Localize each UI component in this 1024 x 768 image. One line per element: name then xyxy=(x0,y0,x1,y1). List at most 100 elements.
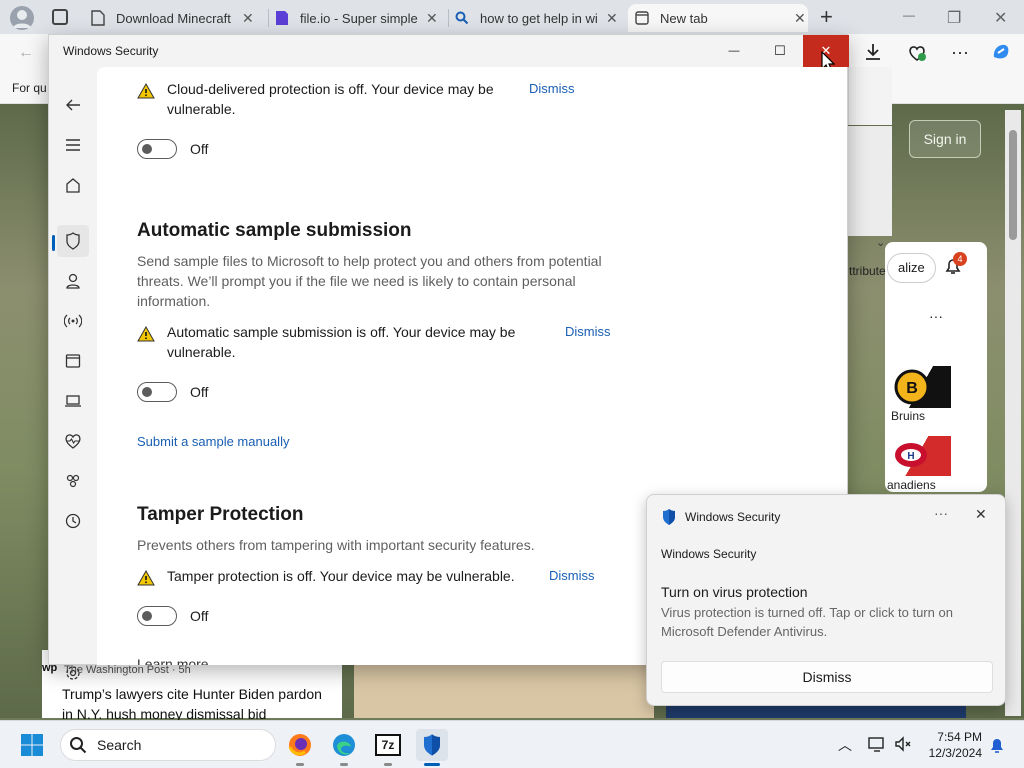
personalize-button[interactable]: alize xyxy=(887,253,936,283)
shield-icon[interactable] xyxy=(57,225,89,257)
clock[interactable]: 7:54 PM 12/3/2024 xyxy=(920,729,982,761)
tab-file-io[interactable]: file.io - Super simple f ✕ xyxy=(274,4,444,32)
favorites-text[interactable]: For qu xyxy=(12,81,47,95)
bruins-logo: B xyxy=(891,366,951,408)
toast-close-icon[interactable]: ✕ xyxy=(975,506,987,523)
submit-sample-link[interactable]: Submit a sample manually xyxy=(137,434,289,449)
warning-text: Cloud-delivered protection is off. Your … xyxy=(167,81,494,117)
toggle-state-label: Off xyxy=(190,384,209,400)
tamper-protection-toggle[interactable] xyxy=(137,606,177,626)
settings-gear-icon[interactable] xyxy=(57,657,89,689)
profile-avatar[interactable] xyxy=(10,6,34,30)
search-placeholder: Search xyxy=(97,737,142,753)
back-icon[interactable] xyxy=(57,89,89,121)
learn-more-link[interactable]: Learn more xyxy=(137,656,209,665)
tab-download-minecraft[interactable]: Download Minecraft & ✕ xyxy=(90,4,262,32)
tab-divider xyxy=(268,9,269,27)
tab-divider xyxy=(448,9,449,27)
news-headline[interactable]: Trump’s lawyers cite Hunter Biden pardon… xyxy=(62,684,332,724)
tab-label: Download Minecraft & xyxy=(116,10,234,26)
section-heading: Automatic sample submission xyxy=(137,220,412,241)
tab-close-icon[interactable]: ✕ xyxy=(606,10,618,27)
search-icon xyxy=(454,10,470,26)
firefox-icon[interactable] xyxy=(284,729,316,761)
copilot-icon[interactable] xyxy=(990,41,1012,63)
family-icon[interactable] xyxy=(57,465,89,497)
dismiss-link[interactable]: Dismiss xyxy=(529,81,575,96)
close-button[interactable]: ✕ xyxy=(994,8,1007,28)
network-icon[interactable] xyxy=(57,305,89,337)
sign-in-button[interactable]: Sign in xyxy=(909,120,981,158)
tab-search-help[interactable]: how to get help in win ✕ xyxy=(454,4,626,32)
toast-dismiss-button[interactable]: Dismiss xyxy=(661,661,993,693)
search-icon xyxy=(70,737,87,754)
download-icon[interactable] xyxy=(862,41,884,63)
tab-close-icon[interactable]: ✕ xyxy=(242,10,254,27)
toast-body: Virus protection is turned off. Tap or c… xyxy=(661,605,953,639)
page-icon xyxy=(90,10,106,26)
account-icon[interactable] xyxy=(57,265,89,297)
toast-heading: Turn on virus protection xyxy=(661,584,808,600)
toast-more-icon[interactable]: ··· xyxy=(934,505,948,521)
tab-label: New tab xyxy=(660,10,708,26)
network-display-icon[interactable] xyxy=(868,735,886,753)
running-indicator xyxy=(384,763,392,766)
toggle-state-label: Off xyxy=(190,608,209,624)
search-panel: ⌄ xyxy=(848,126,892,249)
notification-badge: 4 xyxy=(953,252,967,266)
device-security-icon[interactable] xyxy=(57,385,89,417)
active-indicator xyxy=(52,235,55,251)
tab-actions-icon[interactable] xyxy=(52,9,68,25)
page-scrollbar[interactable] xyxy=(1005,110,1021,716)
restore-button[interactable]: ❐ xyxy=(947,8,961,28)
chevron-down-icon[interactable]: ⌄ xyxy=(876,236,885,249)
new-tab-icon xyxy=(634,10,650,26)
toast-subtitle: Windows Security xyxy=(661,547,757,561)
dismiss-link[interactable]: Dismiss xyxy=(549,568,595,583)
notifications-bell-icon[interactable] xyxy=(988,736,1006,754)
notification-toast[interactable]: Windows Security ··· ✕ Windows Security … xyxy=(646,494,1006,706)
navigation-rail xyxy=(49,67,97,680)
taskbar-search[interactable]: Search xyxy=(60,729,276,761)
windows-security-taskbar-icon[interactable] xyxy=(416,729,448,761)
more-options-icon[interactable]: ··· xyxy=(929,308,943,324)
chevron-up-icon[interactable]: ︿ xyxy=(838,735,852,755)
health-icon[interactable] xyxy=(57,425,89,457)
tab-label: how to get help in win xyxy=(480,10,598,26)
home-icon[interactable] xyxy=(57,169,89,201)
side-panel: ✕ xyxy=(848,67,892,153)
clock-time: 7:54 PM xyxy=(937,730,982,744)
volume-muted-icon[interactable] xyxy=(894,735,912,753)
sample-submission-toggle[interactable] xyxy=(137,382,177,402)
menu-icon[interactable] xyxy=(57,129,89,161)
dismiss-link[interactable]: Dismiss xyxy=(565,324,611,339)
canadiens-logo: H xyxy=(891,436,951,476)
toast-app-name: Windows Security xyxy=(685,510,781,524)
start-button[interactable] xyxy=(16,729,48,761)
minimize-button[interactable]: — xyxy=(903,8,915,22)
warning-icon xyxy=(137,570,155,586)
sample-submission-warning: Automatic sample submission is off. Your… xyxy=(137,322,547,362)
attribute-text: ttribute xyxy=(849,264,886,278)
warning-icon xyxy=(137,83,155,99)
clock-date: 12/3/2024 xyxy=(928,746,982,760)
back-icon[interactable]: ← xyxy=(18,44,34,62)
edge-icon[interactable] xyxy=(328,729,360,761)
running-indicator xyxy=(296,763,304,766)
warning-text: Automatic sample submission is off. Your… xyxy=(167,324,516,360)
history-icon[interactable] xyxy=(57,505,89,537)
tab-close-icon[interactable]: ✕ xyxy=(426,10,438,27)
new-tab-button[interactable]: + xyxy=(820,4,833,30)
section-heading: Tamper Protection xyxy=(137,504,304,525)
scrollbar-thumb[interactable] xyxy=(1009,130,1017,240)
7zip-icon[interactable]: 7z xyxy=(372,729,404,761)
app-browser-icon[interactable] xyxy=(57,345,89,377)
toggle-state-label: Off xyxy=(190,141,209,157)
cloud-protection-toggle[interactable] xyxy=(137,139,177,159)
maximize-button[interactable]: ☐ xyxy=(757,35,803,67)
minimize-button[interactable]: — xyxy=(711,35,757,67)
tab-close-icon[interactable]: ✕ xyxy=(794,10,806,27)
extensions-icon[interactable] xyxy=(906,42,928,64)
more-options-icon[interactable]: ··· xyxy=(951,42,969,63)
tab-new-tab[interactable]: New tab ✕ xyxy=(628,4,808,32)
